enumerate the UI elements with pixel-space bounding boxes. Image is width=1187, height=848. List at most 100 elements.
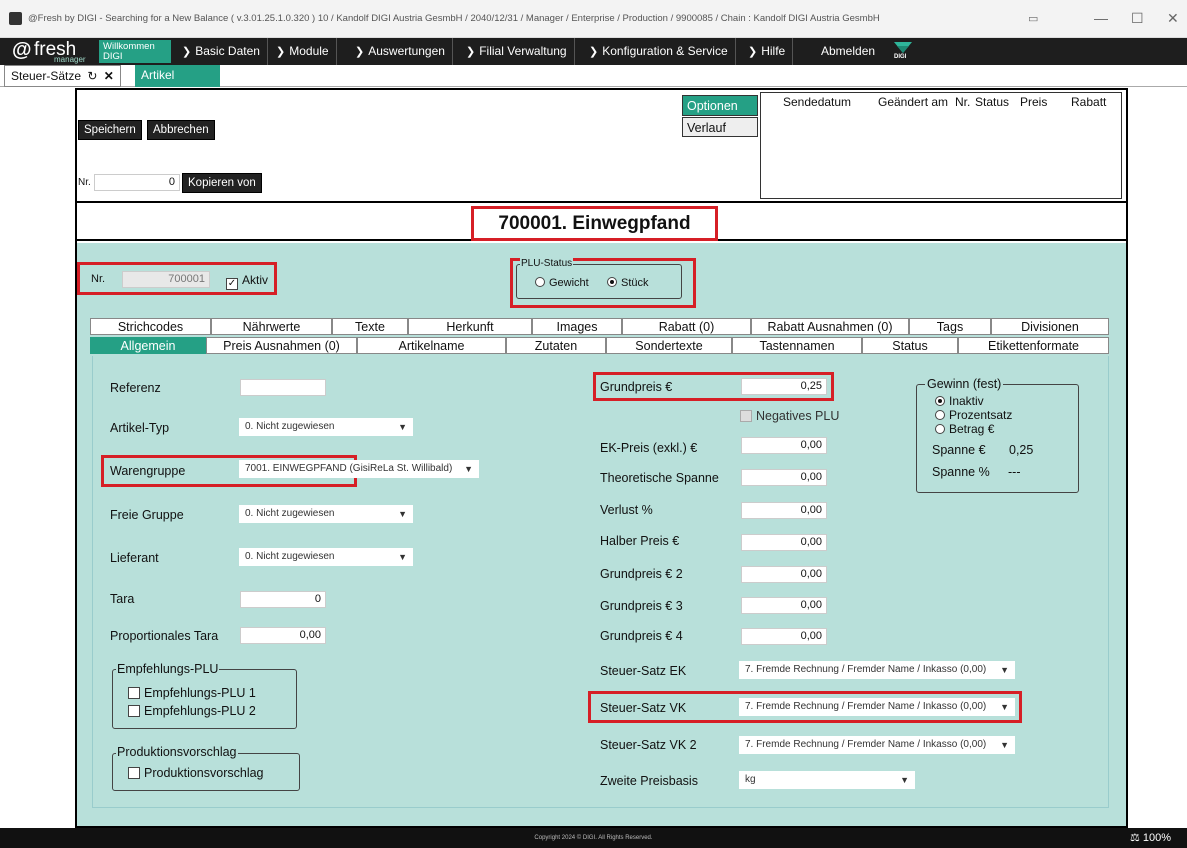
chevron-down-icon: ▼ [398, 552, 407, 562]
tab-artikelname[interactable]: Artikelname [357, 337, 506, 354]
tab-allgemein[interactable]: Allgemein [90, 337, 206, 354]
purchase-price-input[interactable]: 0,00 [741, 437, 827, 454]
base-price-4-input[interactable]: 0,00 [741, 628, 827, 645]
product-group-label: Warengruppe [110, 464, 186, 478]
zoom-value: 100% [1142, 832, 1172, 844]
tab-sondertexte[interactable]: Sondertexte [606, 337, 732, 354]
menu-label: Filial Verwaltung [479, 44, 567, 58]
digi-brand: DIGI [894, 54, 907, 60]
second-price-basis-select[interactable]: kg ▼ [739, 771, 915, 789]
col-sendedatum[interactable]: Sendedatum [783, 95, 851, 109]
close-window-icon[interactable]: ✕ [1167, 10, 1179, 27]
loss-label: Verlust % [600, 503, 653, 517]
tab-status[interactable]: Status [862, 337, 958, 354]
tab-preis-ausnahmen[interactable]: Preis Ausnahmen (0) [206, 337, 357, 354]
active-label: Aktiv [242, 273, 269, 287]
welcome-user: DIGI [103, 51, 123, 62]
tax-ek-select[interactable]: 7. Fremde Rechnung / Fremder Name / Inka… [739, 661, 1015, 679]
menu-hilfe[interactable]: ❯ Hilfe [741, 38, 794, 65]
tab-naehrwerte[interactable]: Nährwerte [211, 318, 332, 335]
menu-logout[interactable]: Abmelden [814, 38, 882, 65]
tax-vk-label: Steuer-Satz VK [600, 701, 687, 715]
tab-tastennamen[interactable]: Tastennamen [732, 337, 862, 354]
tab-zutaten[interactable]: Zutaten [506, 337, 606, 354]
col-status[interactable]: Status [975, 95, 1009, 109]
col-preis[interactable]: Preis [1020, 95, 1047, 109]
display-icon[interactable]: ▭ [1028, 12, 1038, 25]
page-title: 700001. Einwegpfand [471, 206, 718, 241]
footer: Copyright 2024 © DIGI. All Rights Reserv… [0, 828, 1187, 848]
tax-vk-select[interactable]: 7. Fremde Rechnung / Fremder Name / Inka… [739, 698, 1015, 716]
base-price-3-input[interactable]: 0,00 [741, 597, 827, 614]
article-nr-input[interactable]: 700001 [122, 271, 210, 288]
menu-auswertungen[interactable]: ❯ Auswertungen [348, 38, 453, 65]
tax-ek-label: Steuer-Satz EK [600, 664, 687, 678]
theoretical-margin-input[interactable]: 0,00 [741, 469, 827, 486]
free-group-label: Freie Gruppe [110, 508, 184, 522]
base-price-2-input[interactable]: 0,00 [741, 566, 827, 583]
maximize-icon[interactable]: ☐ [1131, 10, 1144, 27]
article-type-select[interactable]: 0. Nicht zugewiesen ▼ [239, 418, 413, 436]
plu-status-legend: PLU-Status [520, 258, 574, 269]
history-tab[interactable]: Verlauf [682, 117, 758, 137]
article-nr-label: Nr. [91, 273, 106, 285]
menu-konfiguration[interactable]: ❯ Konfiguration & Service [582, 38, 736, 65]
tab-herkunft[interactable]: Herkunft [408, 318, 532, 335]
welcome-badge: Willkommen DIGI [99, 40, 171, 63]
close-tab-icon[interactable]: ✕ [104, 69, 114, 83]
menu-basic-daten[interactable]: ❯ Basic Daten [175, 38, 268, 65]
options-tab[interactable]: Optionen [682, 95, 758, 116]
history-table: Sendedatum Geändert am Nr. Status Preis … [760, 92, 1122, 199]
tab-divisionen[interactable]: Divisionen [991, 318, 1109, 335]
piece-radio[interactable]: Stück [607, 277, 649, 289]
percent-radio[interactable]: Prozentsatz [935, 408, 1012, 422]
half-price-input[interactable]: 0,00 [741, 534, 827, 551]
window-title: @Fresh by DIGI - Searching for a New Bal… [28, 13, 880, 24]
tab-artikel[interactable]: Artikel [135, 65, 220, 87]
tax-vk2-select[interactable]: 7. Fremde Rechnung / Fremder Name / Inka… [739, 736, 1015, 754]
tab-rabatt-ausnahmen[interactable]: Rabatt Ausnahmen (0) [751, 318, 909, 335]
chevron-down-icon: ❯ [589, 46, 599, 58]
active-checkbox[interactable]: ✓ Aktiv [226, 273, 268, 290]
tab-tags[interactable]: Tags [909, 318, 991, 335]
tab-texte[interactable]: Texte [332, 318, 408, 335]
weight-radio[interactable]: Gewicht [535, 277, 589, 289]
loss-input[interactable]: 0,00 [741, 502, 827, 519]
tab-rabatt[interactable]: Rabatt (0) [622, 318, 751, 335]
rec-plu-1-checkbox[interactable]: Empfehlungs-PLU 1 [128, 686, 256, 700]
supplier-select[interactable]: 0. Nicht zugewiesen ▼ [239, 548, 413, 566]
tab-images[interactable]: Images [532, 318, 622, 335]
select-value: kg [745, 774, 756, 785]
menu-filial-verwaltung[interactable]: ❯ Filial Verwaltung [459, 38, 575, 65]
tab-etikettenformate[interactable]: Etikettenformate [958, 337, 1109, 354]
minimize-icon[interactable]: — [1094, 10, 1108, 26]
copy-nr-input[interactable]: 0 [94, 174, 180, 191]
save-button[interactable]: Speichern [78, 120, 142, 140]
copy-from-button[interactable]: Kopieren von [182, 173, 262, 193]
base-price-4-label: Grundpreis € 4 [600, 629, 683, 643]
col-nr[interactable]: Nr. [955, 95, 970, 109]
refresh-icon[interactable]: ↻ [87, 69, 97, 83]
zoom-indicator[interactable]: ⚖ 100% [1130, 831, 1171, 844]
col-rabatt[interactable]: Rabatt [1071, 95, 1106, 109]
prod-suggestion-checkbox[interactable]: Produktionsvorschlag [128, 766, 264, 780]
app-icon [9, 12, 22, 25]
tare-input[interactable]: 0 [240, 591, 326, 608]
rec-plu-2-checkbox[interactable]: Empfehlungs-PLU 2 [128, 704, 256, 718]
negative-plu-checkbox[interactable]: Negatives PLU [740, 409, 839, 423]
select-value: 7. Fremde Rechnung / Fremder Name / Inka… [745, 739, 987, 750]
menu-module[interactable]: ❯ Module [269, 38, 337, 65]
cancel-button[interactable]: Abbrechen [147, 120, 215, 140]
chevron-down-icon: ▼ [1000, 702, 1009, 712]
amount-radio[interactable]: Betrag € [935, 422, 994, 436]
tab-steuer-saetze[interactable]: Steuer-Sätze ↻ ✕ [4, 65, 121, 87]
margin-pct-label: Spanne % [932, 465, 990, 479]
free-group-select[interactable]: 0. Nicht zugewiesen ▼ [239, 505, 413, 523]
base-price-input[interactable]: 0,25 [741, 378, 827, 395]
product-group-select[interactable]: 7001. EINWEGPFAND (GisiReLa St. Willibal… [239, 460, 479, 478]
tab-strichcodes[interactable]: Strichcodes [90, 318, 211, 335]
inactive-radio[interactable]: Inaktiv [935, 394, 984, 408]
col-geaendert[interactable]: Geändert am [878, 95, 948, 109]
reference-input[interactable] [240, 379, 326, 396]
prop-tare-input[interactable]: 0,00 [240, 627, 326, 644]
